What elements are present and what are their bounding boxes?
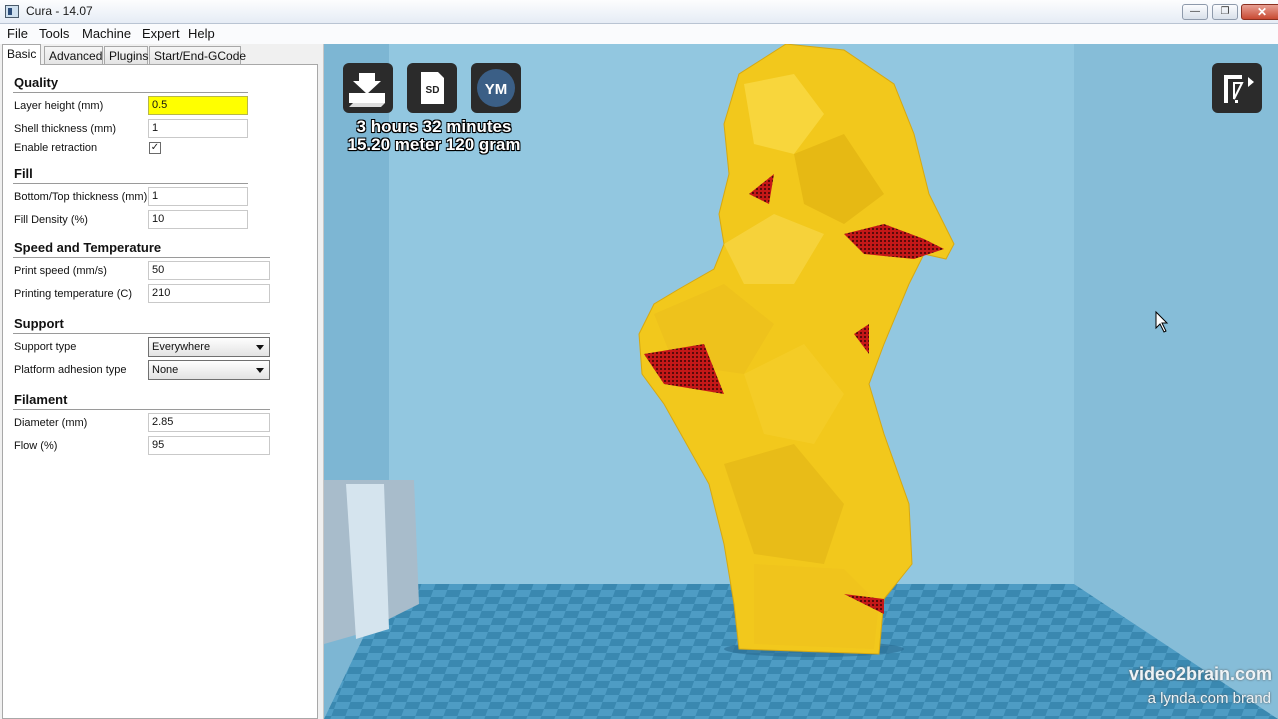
printing-temperature-label: Printing temperature (C): [14, 288, 132, 300]
3d-viewport[interactable]: SD YM 3 hours 32 minutes 15.20 meter 120…: [324, 44, 1278, 719]
print-speed-input[interactable]: 50: [148, 261, 270, 280]
section-quality-title: Quality: [14, 75, 59, 90]
diameter-input[interactable]: 2.85: [148, 413, 270, 432]
menu-bar: File Tools Machine Expert Help: [0, 24, 1278, 44]
watermark-brand: a lynda.com brand: [1147, 690, 1271, 707]
material-estimate: 15.20 meter 120 gram: [347, 135, 521, 154]
title-bar: Cura - 14.07 — ❐ ✕: [0, 0, 1278, 24]
settings-panel: Basic Advanced Plugins Start/End-GCode Q…: [0, 44, 324, 719]
youmagine-icon: YM: [477, 69, 515, 107]
tab-advanced[interactable]: Advanced: [44, 46, 103, 65]
menu-file[interactable]: File: [7, 26, 28, 41]
save-to-sd-button[interactable]: SD: [407, 63, 457, 113]
sd-card-icon: SD: [421, 72, 444, 104]
support-type-select[interactable]: Everywhere: [148, 337, 270, 357]
flow-input[interactable]: 95: [148, 436, 270, 455]
menu-expert[interactable]: Expert: [142, 26, 180, 41]
menu-help[interactable]: Help: [188, 26, 215, 41]
watermark: video2brain.com: [1128, 664, 1272, 684]
flow-label: Flow (%): [14, 440, 58, 452]
bottom-top-thickness-input[interactable]: 1: [148, 187, 248, 206]
divider: [13, 183, 248, 184]
view-mode-button[interactable]: [1212, 63, 1262, 113]
diameter-label: Diameter (mm): [14, 417, 88, 429]
shell-thickness-input[interactable]: 1: [148, 119, 248, 138]
section-fill-title: Fill: [14, 166, 33, 181]
load-model-icon: [349, 73, 385, 107]
fill-density-input[interactable]: 10: [148, 210, 248, 229]
tab-basic[interactable]: Basic: [2, 44, 41, 65]
tab-start-end-gcode[interactable]: Start/End-GCode: [149, 46, 246, 65]
section-support-title: Support: [14, 316, 64, 331]
fill-density-label: Fill Density (%): [14, 214, 88, 226]
divider: [13, 333, 270, 334]
print-time-estimate: 3 hours 32 minutes: [356, 117, 512, 136]
ym-label: YM: [485, 81, 508, 98]
section-filament-title: Filament: [14, 392, 68, 407]
chevron-down-icon: [256, 368, 264, 373]
printing-temperature-input[interactable]: 210: [148, 284, 270, 303]
basic-settings: Quality Layer height (mm) 0.5 Shell thic…: [2, 64, 318, 719]
divider: [13, 257, 270, 258]
support-type-label: Support type: [14, 341, 77, 353]
enable-retraction-checkbox[interactable]: ✓: [149, 142, 161, 154]
menu-tools[interactable]: Tools: [39, 26, 69, 41]
view-mode-icon: [1224, 75, 1254, 103]
tab-plugins[interactable]: Plugins: [104, 46, 148, 65]
enable-retraction-label: Enable retraction: [14, 142, 98, 154]
section-speed-title: Speed and Temperature: [14, 240, 162, 255]
shell-thickness-label: Shell thickness (mm): [14, 123, 117, 135]
minimize-button[interactable]: —: [1182, 4, 1208, 20]
chevron-down-icon: [256, 345, 264, 350]
support-type-value: Everywhere: [152, 341, 211, 353]
layer-height-label: Layer height (mm): [14, 100, 104, 112]
maximize-button[interactable]: ❐: [1212, 4, 1238, 20]
print-speed-label: Print speed (mm/s): [14, 265, 107, 277]
app-icon: [5, 5, 19, 18]
platform-adhesion-value: None: [152, 364, 179, 376]
divider: [13, 409, 270, 410]
close-button[interactable]: ✕: [1241, 4, 1278, 20]
platform-adhesion-select[interactable]: None: [148, 360, 270, 380]
bottom-top-thickness-label: Bottom/Top thickness (mm): [14, 191, 148, 203]
youmagine-button[interactable]: YM: [471, 63, 521, 113]
window-title: Cura - 14.07: [26, 4, 93, 18]
divider: [13, 92, 248, 93]
load-model-button[interactable]: [343, 63, 393, 113]
menu-machine[interactable]: Machine: [82, 26, 131, 41]
layer-height-input[interactable]: 0.5: [148, 96, 248, 115]
platform-adhesion-label: Platform adhesion type: [14, 364, 127, 376]
sd-label: SD: [426, 85, 440, 96]
